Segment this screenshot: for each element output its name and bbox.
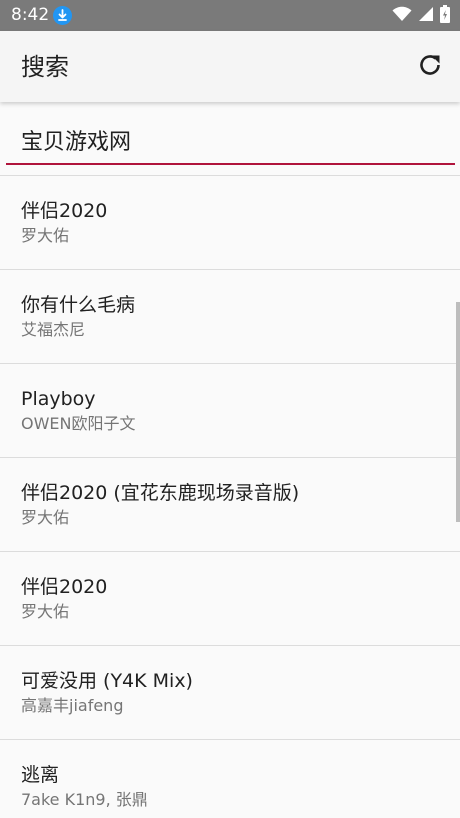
refresh-icon — [416, 51, 444, 83]
list-item[interactable]: 可爱没用 (Y4K Mix) 高嘉丰jiafeng — [0, 646, 460, 740]
list-item[interactable]: Playboy OWEN欧阳子文 — [0, 364, 460, 458]
app-bar: 搜索 — [0, 31, 460, 102]
status-icons — [392, 4, 450, 27]
battery-icon — [440, 4, 450, 27]
song-title: 伴侣2020 — [21, 200, 108, 222]
song-title: 可爱没用 (Y4K Mix) — [21, 670, 193, 692]
search-area — [0, 102, 460, 176]
song-title: Playboy — [21, 388, 96, 410]
search-underline — [6, 163, 455, 165]
list-item[interactable]: 伴侣2020 (宜花东鹿现场录音版) 罗大佑 — [0, 458, 460, 552]
wifi-icon — [392, 6, 412, 26]
list-item[interactable]: 伴侣2020 罗大佑 — [0, 176, 460, 270]
status-bar: 8:42 — [0, 0, 460, 31]
refresh-button[interactable] — [413, 50, 446, 83]
list-item[interactable]: 逃离 7ake K1n9, 张鼎 — [0, 740, 460, 818]
song-title: 伴侣2020 (宜花东鹿现场录音版) — [21, 482, 300, 504]
song-artist: OWEN欧阳子文 — [21, 414, 136, 433]
signal-icon — [418, 6, 434, 26]
song-artist: 罗大佑 — [21, 226, 70, 245]
list-item[interactable]: 你有什么毛病 艾福杰尼 — [0, 270, 460, 364]
page-title: 搜索 — [21, 53, 69, 81]
song-artist: 7ake K1n9, 张鼎 — [21, 790, 148, 809]
song-artist: 高嘉丰jiafeng — [21, 696, 124, 715]
song-artist: 罗大佑 — [21, 602, 70, 621]
song-artist: 艾福杰尼 — [21, 320, 86, 339]
song-title: 逃离 — [21, 764, 60, 786]
list-item[interactable]: 伴侣2020 罗大佑 — [0, 552, 460, 646]
song-title: 你有什么毛病 — [21, 294, 136, 316]
download-icon — [53, 6, 72, 25]
song-title: 伴侣2020 — [21, 576, 108, 598]
results-list: 伴侣2020 罗大佑 你有什么毛病 艾福杰尼 Playboy OWEN欧阳子文 … — [0, 176, 460, 818]
screen: 8:42 搜索 宝贝游戏网 伴侣2020 罗大佑 你有什么毛病 艾福杰尼 Pla… — [0, 0, 460, 818]
status-time: 8:42 — [11, 5, 50, 25]
scrollbar[interactable] — [456, 302, 460, 522]
search-input[interactable] — [21, 119, 441, 161]
song-artist: 罗大佑 — [21, 508, 70, 527]
